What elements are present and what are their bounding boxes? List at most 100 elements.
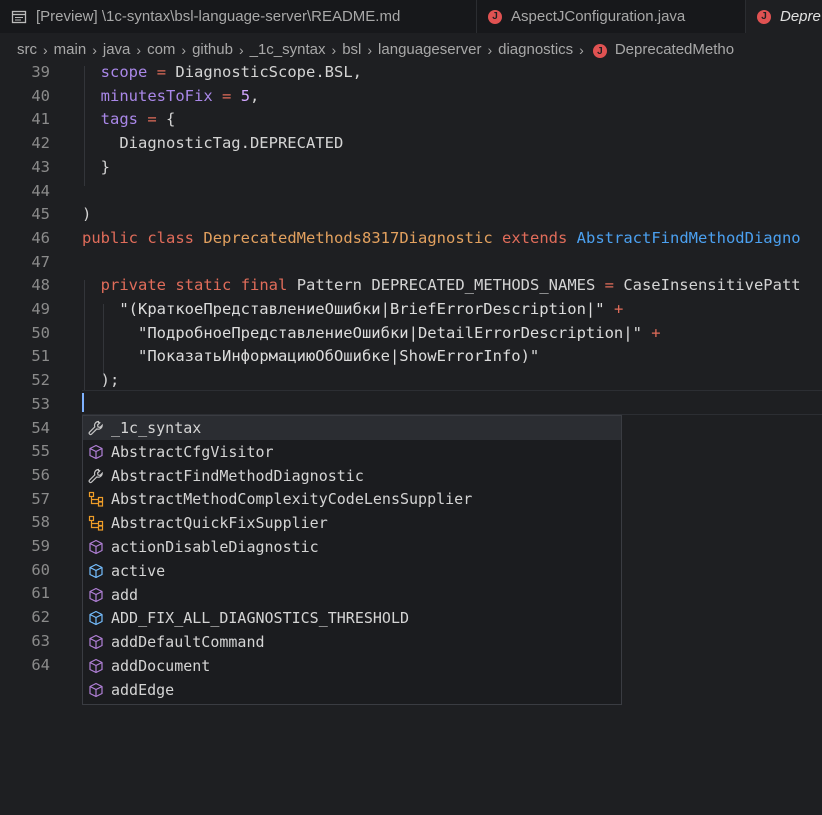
java-file-icon: J (757, 9, 771, 24)
wrench-icon (87, 419, 105, 437)
breadcrumb-item[interactable]: DeprecatedMetho (615, 41, 734, 58)
code-line[interactable]: 53 (0, 392, 822, 416)
code-token: DiagnosticScope.BSL, (166, 63, 362, 81)
code-line[interactable]: 51 "ПоказатьИнформациюОбОшибке|ShowError… (0, 344, 822, 368)
suggestion-item[interactable]: actionDisableDiagnostic (83, 535, 621, 559)
code-token: { (156, 110, 176, 129)
suggestion-item[interactable]: AbstractCfgVisitor (83, 440, 621, 464)
breadcrumb-separator-chevron-icon: › (238, 41, 244, 58)
line-number: 47 (31, 252, 50, 271)
code-token: } (82, 157, 110, 176)
tab-readme-preview[interactable]: [Preview] \1c-syntax\bsl-language-server… (0, 0, 477, 33)
code-token: tags (100, 110, 138, 129)
code-token: "ПодробноеПредставлениеОшибки|DetailErro… (138, 323, 642, 342)
code-line[interactable]: 39 scope = DiagnosticScope.BSL, (0, 60, 822, 84)
line-number: 60 (31, 560, 50, 579)
suggestion-item[interactable]: _1c_syntax (83, 416, 621, 440)
breadcrumb-item[interactable]: diagnostics (498, 41, 573, 58)
breadcrumb-separator-chevron-icon: › (136, 41, 142, 58)
line-number: 48 (31, 276, 50, 295)
suggestion-item[interactable]: addEdge (83, 678, 621, 702)
suggestion-item[interactable]: add (83, 583, 621, 607)
cube-icon (87, 633, 105, 651)
code-token: "(КраткоеПредставлениеОшибки|BriefErrorD… (119, 300, 605, 318)
code-line[interactable]: 48 private static final Pattern DEPRECAT… (0, 273, 822, 297)
line-number: 55 (31, 442, 50, 461)
breadcrumb-separator-chevron-icon: › (181, 41, 187, 58)
line-number: 39 (31, 63, 50, 81)
code-line[interactable]: 49 "(КраткоеПредставлениеОшибки|BriefErr… (0, 297, 822, 321)
breadcrumb-item[interactable]: bsl (342, 41, 361, 58)
java-file-icon: J (488, 9, 502, 24)
breadcrumb-separator-chevron-icon: › (579, 41, 584, 58)
code-token: Pattern DEPRECATED_METHODS_NAMES (287, 276, 605, 295)
breadcrumb-item[interactable]: _1c_syntax (250, 41, 326, 58)
suggestion-item[interactable]: AbstractMethodComplexityCodeLensSupplier (83, 487, 621, 511)
code-token: 5 (240, 86, 251, 105)
code-line[interactable]: 52 ); (0, 368, 822, 392)
suggestion-item[interactable]: ADD_FIX_ALL_DIAGNOSTICS_THRESHOLD (83, 606, 621, 630)
code-text: ); (82, 368, 120, 392)
line-number: 52 (31, 371, 50, 390)
code-line[interactable]: 50 "ПодробноеПредставлениеОшибки|DetailE… (0, 321, 822, 345)
breadcrumb-item[interactable]: com (147, 41, 175, 58)
suggestion-item[interactable]: AbstractQuickFixSupplier (83, 511, 621, 535)
code-text: public class DeprecatedMethods8317Diagno… (82, 226, 801, 250)
suggestion-item[interactable]: AbstractFindMethodDiagnostic (83, 464, 621, 488)
breadcrumb-item[interactable]: src (17, 41, 37, 58)
code-line[interactable]: 45) (0, 202, 822, 226)
suggestion-label: actionDisableDiagnostic (111, 538, 319, 556)
suggestion-label: AbstractMethodComplexityCodeLensSupplier (111, 490, 473, 509)
code-line[interactable]: 46 public class DeprecatedMethods8317Diag… (0, 226, 822, 250)
code-line[interactable]: 41 tags = { (0, 107, 822, 131)
suggestion-item[interactable]: addDefaultCommand (83, 630, 621, 654)
suggestion-label: AbstractFindMethodDiagnostic (111, 466, 364, 485)
code-line[interactable]: 47 (0, 250, 822, 274)
line-number: 44 (31, 181, 50, 200)
code-text: private static final Pattern DEPRECATED_… (82, 273, 801, 297)
suggestion-label: ADD_FIX_ALL_DIAGNOSTICS_THRESHOLD (111, 609, 410, 628)
breadcrumb-item[interactable]: languageserver (378, 41, 481, 58)
code-token: DeprecatedMethods8317Diagnostic (203, 228, 493, 247)
code-token: private (100, 276, 166, 295)
suggestion-label: addDefaultCommand (111, 633, 265, 652)
breadcrumb-item[interactable]: java (103, 41, 131, 58)
tab-deprecated-methods[interactable]: J Depre (746, 0, 822, 33)
breadcrumb-separator-chevron-icon: › (331, 41, 337, 58)
autocomplete-suggestion-list[interactable]: _1c_syntax AbstractCfgVisitor AbstractFind… (82, 415, 622, 705)
code-line[interactable]: 42 DiagnosticTag.DEPRECATED (0, 131, 822, 155)
breadcrumb-item[interactable]: github (192, 41, 233, 58)
line-number: 59 (31, 537, 50, 555)
code-token: = (147, 110, 157, 129)
code-text: "ПоказатьИнформациюОбОшибке|ShowErrorInf… (82, 344, 539, 368)
code-token: + (651, 323, 661, 342)
code-token: ) (82, 205, 92, 224)
line-number: 43 (31, 157, 50, 176)
code-line[interactable]: 40 minutesToFix = 5, (0, 84, 822, 108)
code-line[interactable]: 44 (0, 179, 822, 203)
suggestion-item[interactable]: active (83, 559, 621, 583)
text-cursor (82, 393, 84, 412)
breadcrumb-item[interactable]: main (54, 41, 87, 58)
code-text: "(КраткоеПредставлениеОшибки|BriefErrorD… (82, 297, 623, 321)
tab-aspectj-configuration[interactable]: J AspectJConfiguration.java (477, 0, 746, 33)
java-class-icon: J (592, 41, 607, 59)
suggestion-item[interactable]: addDocument (83, 654, 621, 678)
code-token: = (222, 86, 232, 105)
code-token: class (147, 228, 195, 247)
line-number: 57 (31, 489, 50, 508)
cube-icon (87, 681, 105, 699)
code-text: DiagnosticTag.DEPRECATED (82, 131, 343, 155)
code-line[interactable]: 43 } (0, 155, 822, 179)
field-cube-icon (87, 609, 105, 627)
